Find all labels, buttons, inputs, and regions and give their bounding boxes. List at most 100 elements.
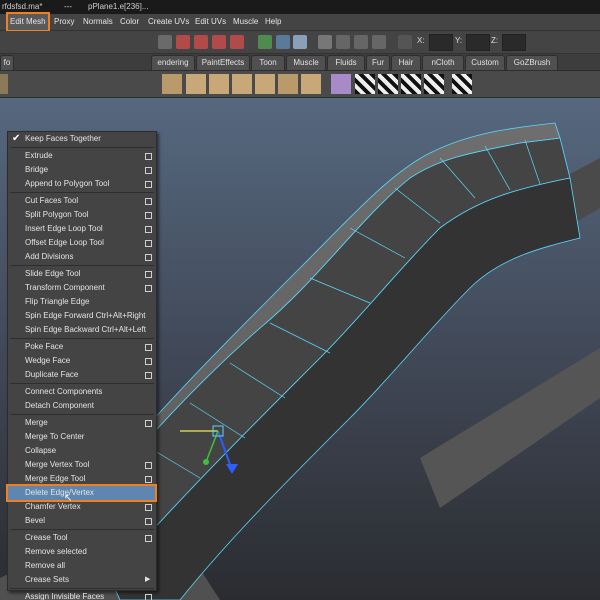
menu-item-spin-edge-backward-ctrl-alt-left[interactable]: Spin Edge Backward Ctrl+Alt+Left — [8, 323, 156, 337]
checker-uv-icon[interactable] — [401, 74, 421, 94]
shelf-tab[interactable]: PaintEffects — [196, 55, 250, 71]
menu-item-merge-edge-tool[interactable]: Merge Edge Tool — [8, 472, 156, 486]
menu-item-collapse[interactable]: Collapse — [8, 444, 156, 458]
3d-viewport[interactable]: ✔ Keep Faces Together Extrude Bridge Append … — [0, 98, 600, 600]
menu-help[interactable]: Help — [265, 14, 281, 30]
menu-item-merge[interactable]: Merge — [8, 416, 156, 430]
menu-proxy[interactable]: Proxy — [54, 14, 74, 30]
poly-pyramid-icon[interactable] — [162, 74, 182, 94]
menu-item-connect-components[interactable]: Connect Components — [8, 385, 156, 399]
option-box-icon[interactable] — [145, 476, 152, 483]
menu-item-merge-vertex-tool[interactable]: Merge Vertex Tool — [8, 458, 156, 472]
menu-edit-uvs[interactable]: Edit UVs — [195, 14, 226, 30]
construction-icon[interactable] — [276, 35, 290, 49]
light-icon[interactable] — [331, 74, 351, 94]
checker-uv-icon[interactable] — [424, 74, 444, 94]
option-box-icon[interactable] — [145, 462, 152, 469]
option-box-icon[interactable] — [145, 594, 152, 600]
option-box-icon[interactable] — [145, 358, 152, 365]
z-field[interactable] — [502, 34, 526, 51]
shelf-tab[interactable]: endering — [151, 55, 195, 71]
option-box-icon[interactable] — [145, 167, 152, 174]
menu-create-uvs[interactable]: Create UVs — [148, 14, 189, 30]
menu-edit-mesh[interactable]: Edit Mesh — [6, 12, 50, 32]
menu-item-remove-selected[interactable]: Remove selected — [8, 545, 156, 559]
menu-item-add-divisions[interactable]: Add Divisions — [8, 250, 156, 264]
history-icon[interactable] — [258, 35, 272, 49]
option-box-icon[interactable] — [145, 153, 152, 160]
snap-surface-icon[interactable] — [230, 35, 244, 49]
menu-item-extrude[interactable]: Extrude — [8, 149, 156, 163]
option-box-icon[interactable] — [145, 285, 152, 292]
snap-grid-icon[interactable] — [176, 35, 190, 49]
option-box-icon[interactable] — [145, 372, 152, 379]
menu-item-transform-component[interactable]: Transform Component — [8, 281, 156, 295]
menu-muscle[interactable]: Muscle — [233, 14, 258, 30]
snap-point-icon[interactable] — [212, 35, 226, 49]
menu-item-remove-all[interactable]: Remove all — [8, 559, 156, 573]
shelf-tab[interactable]: nCloth — [422, 55, 464, 71]
shelf-tab[interactable]: Fluids — [327, 55, 365, 71]
menu-normals[interactable]: Normals — [83, 14, 113, 30]
option-box-icon[interactable] — [145, 181, 152, 188]
shelf-icon[interactable] — [0, 74, 8, 94]
poly-shape-icon[interactable] — [232, 74, 252, 94]
poly-shape-icon[interactable] — [301, 74, 321, 94]
option-box-icon[interactable] — [145, 240, 152, 247]
menu-item-keep-faces-together[interactable]: ✔ Keep Faces Together — [8, 132, 156, 146]
menu-item-delete-edge-vertex[interactable]: Delete Edge/Vertex ↖ — [6, 484, 157, 504]
menu-item-bridge[interactable]: Bridge — [8, 163, 156, 177]
menu-item-detach-component[interactable]: Detach Component — [8, 399, 156, 413]
menu-item-chamfer-vertex[interactable]: Chamfer Vertex — [8, 500, 156, 514]
menu-item-duplicate-face[interactable]: Duplicate Face — [8, 368, 156, 382]
shelf-tab[interactable]: Fur — [366, 55, 390, 71]
ipr-render-icon[interactable] — [336, 35, 350, 49]
menu-item-merge-to-center[interactable]: Merge To Center — [8, 430, 156, 444]
option-box-icon[interactable] — [145, 504, 152, 511]
shelf-tab[interactable]: Toon — [251, 55, 285, 71]
shelf-tab[interactable]: fo — [0, 55, 14, 71]
option-box-icon[interactable] — [145, 212, 152, 219]
snap-curve-icon[interactable] — [194, 35, 208, 49]
option-box-icon[interactable] — [145, 226, 152, 233]
clapboard-icon[interactable] — [318, 35, 332, 49]
x-field[interactable] — [429, 34, 453, 51]
transform-mode-icon[interactable] — [398, 35, 412, 49]
menu-item-crease-tool[interactable]: Crease Tool — [8, 531, 156, 545]
poly-shape-icon[interactable] — [186, 74, 206, 94]
option-box-icon[interactable] — [145, 198, 152, 205]
menu-item-insert-edge-loop-tool[interactable]: Insert Edge Loop Tool — [8, 222, 156, 236]
menu-item-wedge-face[interactable]: Wedge Face — [8, 354, 156, 368]
menu-item-cut-faces-tool[interactable]: Cut Faces Tool — [8, 194, 156, 208]
menu-color[interactable]: Color — [120, 14, 139, 30]
menu-item-append-to-polygon-tool[interactable]: Append to Polygon Tool — [8, 177, 156, 191]
poly-shape-icon[interactable] — [255, 74, 275, 94]
option-box-icon[interactable] — [145, 271, 152, 278]
shelf-tab[interactable]: Hair — [391, 55, 421, 71]
checker-uv-icon[interactable] — [378, 74, 398, 94]
shelf-tab[interactable]: GoZBrush — [506, 55, 558, 71]
menu-item-assign-invisible-faces[interactable]: Assign Invisible Faces — [8, 590, 156, 600]
y-field[interactable] — [466, 34, 490, 51]
menu-item-offset-edge-loop-tool[interactable]: Offset Edge Loop Tool — [8, 236, 156, 250]
poly-shape-icon[interactable] — [209, 74, 229, 94]
render-settings-icon[interactable] — [354, 35, 368, 49]
hypershade-icon[interactable] — [372, 35, 386, 49]
shelf-tab[interactable]: Muscle — [286, 55, 326, 71]
menu-item-bevel[interactable]: Bevel — [8, 514, 156, 528]
menu-item-flip-triangle-edge[interactable]: Flip Triangle Edge — [8, 295, 156, 309]
menu-item-poke-face[interactable]: Poke Face — [8, 340, 156, 354]
menu-item-crease-sets[interactable]: Crease Sets ▶ — [8, 573, 156, 587]
option-box-icon[interactable] — [145, 518, 152, 525]
render-frame-icon[interactable] — [293, 35, 307, 49]
menu-item-spin-edge-forward-ctrl-alt-right[interactable]: Spin Edge Forward Ctrl+Alt+Right — [8, 309, 156, 323]
menu-item-slide-edge-tool[interactable]: Slide Edge Tool — [8, 267, 156, 281]
checker-uv-icon[interactable] — [355, 74, 375, 94]
option-box-icon[interactable] — [145, 420, 152, 427]
option-box-icon[interactable] — [145, 344, 152, 351]
menu-item-split-polygon-tool[interactable]: Split Polygon Tool — [8, 208, 156, 222]
checker-uv-icon[interactable] — [452, 74, 472, 94]
option-box-icon[interactable] — [145, 254, 152, 261]
magnet-icon[interactable] — [158, 35, 172, 49]
option-box-icon[interactable] — [145, 535, 152, 542]
